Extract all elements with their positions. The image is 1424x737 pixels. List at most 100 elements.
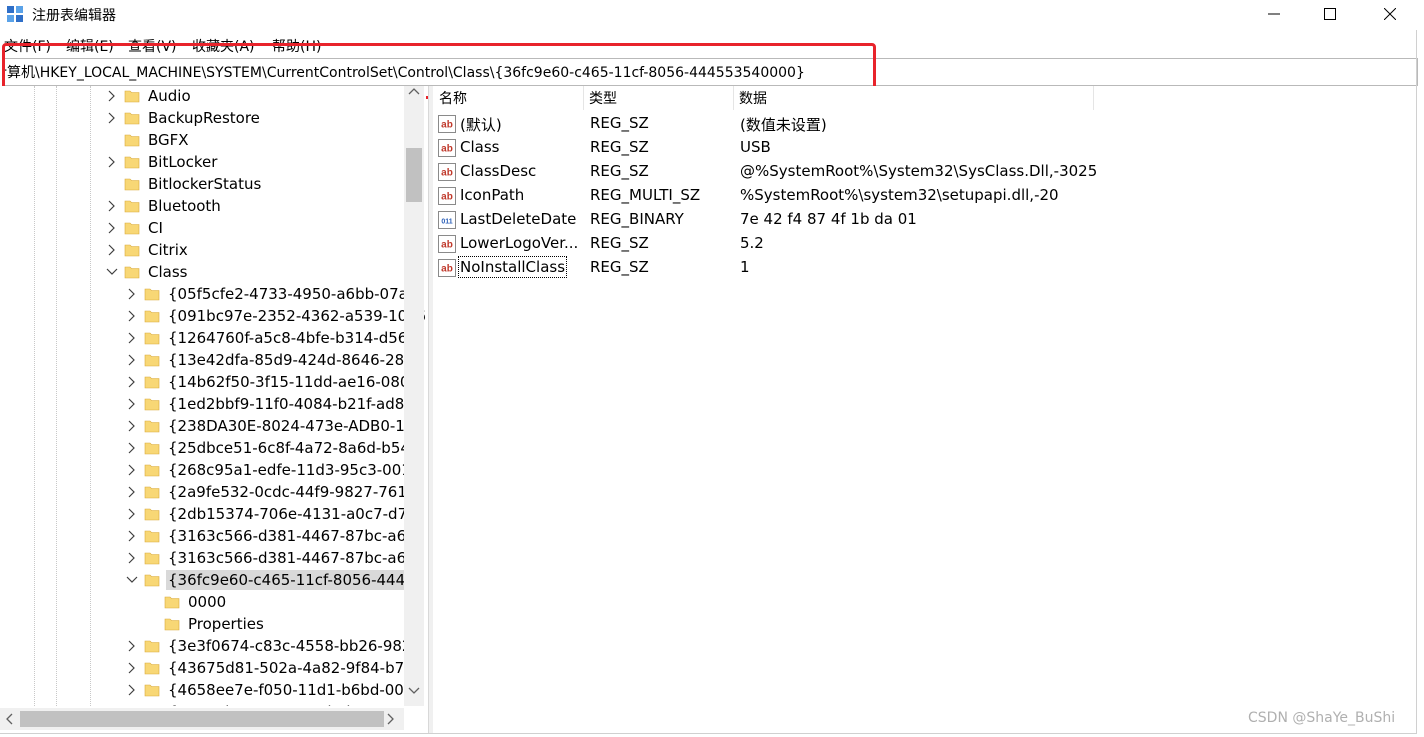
- chevron-right-icon[interactable]: [126, 354, 138, 366]
- address-path[interactable]: 计算机\HKEY_LOCAL_MACHINE\SYSTEM\CurrentCon…: [3, 62, 805, 82]
- tree-item[interactable]: {14b62f50-3f15-11dd-ae16-0800: [128, 371, 421, 393]
- chevron-right-icon[interactable]: [126, 288, 138, 300]
- value-row[interactable]: ab LowerLogoVer... REG_SZ 5.2: [433, 232, 1413, 256]
- address-bar[interactable]: 计算机\HKEY_LOCAL_MACHINE\SYSTEM\CurrentCon…: [2, 58, 1418, 86]
- chevron-down-icon[interactable]: [106, 266, 118, 278]
- column-separator[interactable]: [583, 86, 584, 110]
- vertical-scroll-thumb[interactable]: [406, 148, 422, 202]
- tree-horizontal-scrollbar[interactable]: [0, 708, 404, 730]
- value-type: REG_SZ: [590, 162, 649, 180]
- tree-item-label: Properties: [188, 615, 264, 633]
- tree-item[interactable]: {1264760f-a5c8-4bfe-b314-d56a: [128, 327, 419, 349]
- minimize-button[interactable]: [1244, 0, 1304, 28]
- menu-file[interactable]: 文件(F): [4, 36, 51, 56]
- tree-item[interactable]: {1ed2bbf9-11f0-4084-b21f-ad83: [128, 393, 416, 415]
- chevron-right-icon[interactable]: [126, 332, 138, 344]
- window-title: 注册表编辑器: [32, 8, 116, 24]
- column-header-data[interactable]: 数据: [739, 88, 767, 112]
- chevron-right-icon[interactable]: [126, 442, 138, 454]
- string-value-icon: ab: [438, 259, 456, 277]
- scroll-up-icon[interactable]: [408, 86, 420, 96]
- chevron-right-icon[interactable]: [126, 464, 138, 476]
- scroll-right-icon[interactable]: [386, 712, 396, 726]
- value-row[interactable]: ab (默认) REG_SZ (数值未设置): [433, 112, 1413, 136]
- tree-item[interactable]: {05f5cfe2-4733-4950-a6bb-07aa: [128, 283, 419, 305]
- tree-item-label: {1264760f-a5c8-4bfe-b314-d56a: [168, 329, 417, 347]
- chevron-right-icon[interactable]: [126, 376, 138, 388]
- value-row[interactable]: ab Class REG_SZ USB: [433, 136, 1413, 160]
- chevron-right-icon[interactable]: [106, 200, 118, 212]
- tree-item[interactable]: {238DA30E-8024-473e-ADB0-1B8: [128, 415, 426, 437]
- column-separator[interactable]: [1093, 86, 1094, 110]
- tree-item[interactable]: {43675d81-502a-4a82-9f84-b75f: [128, 657, 421, 679]
- tree-item[interactable]: Class: [106, 261, 189, 283]
- tree-item[interactable]: BitlockerStatus: [124, 173, 263, 195]
- tree-vertical-scrollbar[interactable]: [404, 86, 424, 706]
- tree-item[interactable]: Audio: [108, 86, 193, 107]
- folder-icon: [164, 618, 180, 631]
- tree-item[interactable]: BGFX: [124, 129, 191, 151]
- tree-item[interactable]: {3163c566-d381-4467-87bc-a65: [128, 547, 418, 569]
- chevron-right-icon[interactable]: [126, 420, 138, 432]
- chevron-right-icon[interactable]: [126, 640, 138, 652]
- tree-item[interactable]: {091bc97e-2352-4362-a539-10a6: [128, 305, 426, 327]
- value-row[interactable]: ab NoInstallClass REG_SZ 1: [433, 256, 1413, 280]
- maximize-button[interactable]: [1300, 0, 1360, 28]
- chevron-right-icon[interactable]: [126, 684, 138, 696]
- chevron-right-icon[interactable]: [106, 156, 118, 168]
- chevron-right-icon[interactable]: [126, 662, 138, 674]
- chevron-right-icon[interactable]: [126, 486, 138, 498]
- tree-item[interactable]: {4658ee7e-f050-11d1-b6bd-00c0: [128, 679, 424, 701]
- tree-item[interactable]: BackupRestore: [108, 107, 262, 129]
- value-row[interactable]: 011 LastDeleteDate REG_BINARY 7e 42 f4 87 4…: [433, 208, 1413, 232]
- svg-text:ab: ab: [441, 264, 453, 275]
- horizontal-scroll-thumb[interactable]: [20, 711, 384, 727]
- chevron-right-icon[interactable]: [126, 310, 138, 322]
- chevron-right-icon[interactable]: [106, 90, 118, 102]
- tree-item[interactable]: Bluetooth: [108, 195, 223, 217]
- tree-item[interactable]: {268c95a1-edfe-11d3-95c3-0010: [128, 459, 422, 481]
- column-separator[interactable]: [733, 86, 734, 110]
- tree-item-label: Class: [148, 263, 188, 281]
- tree-item[interactable]: Properties: [164, 613, 266, 635]
- menu-help[interactable]: 帮助(H): [272, 36, 321, 56]
- chevron-right-icon[interactable]: [126, 530, 138, 542]
- tree-item[interactable]: {2db15374-706e-4131-a0c7-d7c: [128, 503, 417, 525]
- scroll-down-icon[interactable]: [408, 686, 420, 696]
- column-header-type[interactable]: 类型: [589, 88, 617, 112]
- tree-item[interactable]: {13e42dfa-85d9-424d-8646-28a7: [128, 349, 425, 371]
- folder-icon: [144, 508, 160, 521]
- value-type: REG_SZ: [590, 258, 649, 276]
- tree-item-label: {4658ee7e-f050-11d1-b6bd-00c0: [168, 681, 422, 699]
- menu-bar: 文件(F) 编辑(E) 查看(V) 收藏夹(A) 帮助(H): [0, 34, 1424, 56]
- chevron-right-icon[interactable]: [126, 552, 138, 564]
- folder-icon: [144, 684, 160, 697]
- chevron-right-icon[interactable]: [106, 222, 118, 234]
- chevron-right-icon[interactable]: [126, 508, 138, 520]
- tree-item[interactable]: BitLocker: [108, 151, 219, 173]
- folder-icon: [144, 288, 160, 301]
- chevron-right-icon[interactable]: [106, 112, 118, 124]
- chevron-down-icon[interactable]: [126, 574, 138, 586]
- tree-item[interactable]: {48721b56-6795-11d2-b1a8-0080: [144, 701, 426, 706]
- menu-edit[interactable]: 编辑(E): [66, 36, 114, 56]
- value-row[interactable]: ab ClassDesc REG_SZ @%SystemRoot%\System32\…: [433, 160, 1413, 184]
- column-header-name[interactable]: 名称: [439, 88, 467, 112]
- tree-item-selected[interactable]: {36fc9e60-c465-11cf-8056-4445: [126, 569, 417, 591]
- close-button[interactable]: [1360, 0, 1420, 28]
- value-data: @%SystemRoot%\System32\SysClass.Dll,-302…: [740, 162, 1098, 180]
- menu-view[interactable]: 查看(V): [128, 36, 177, 56]
- tree-item[interactable]: {25dbce51-6c8f-4a72-8a6d-b54c: [128, 437, 420, 459]
- chevron-right-icon[interactable]: [126, 398, 138, 410]
- tree-item[interactable]: {3e3f0674-c83c-4558-bb26-9820: [128, 635, 423, 657]
- tree-item[interactable]: {2a9fe532-0cdc-44f9-9827-7619: [128, 481, 418, 503]
- folder-icon: [144, 662, 160, 675]
- tree-item[interactable]: 0000: [164, 591, 228, 613]
- scroll-left-icon[interactable]: [4, 712, 14, 726]
- chevron-right-icon[interactable]: [106, 244, 118, 256]
- tree-item[interactable]: {3163c566-d381-4467-87bc-a65: [128, 525, 418, 547]
- tree-item[interactable]: Citrix: [108, 239, 190, 261]
- value-row[interactable]: ab IconPath REG_MULTI_SZ %SystemRoot%\syste…: [433, 184, 1413, 208]
- menu-favorites[interactable]: 收藏夹(A): [192, 36, 255, 56]
- tree-item[interactable]: CI: [108, 217, 165, 239]
